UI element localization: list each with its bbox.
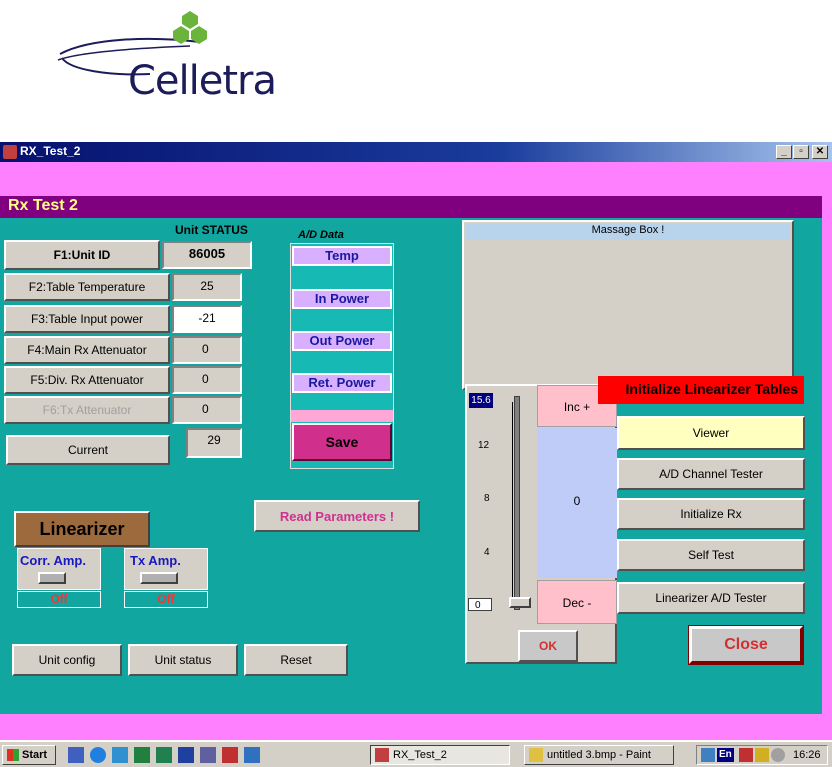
initialize-linearizer-tables-button[interactable]: Initialize Linearizer Tables — [598, 376, 804, 404]
table-input-power-button[interactable]: F3:Table Input power — [4, 305, 170, 333]
corr-amp-state: Off — [17, 591, 101, 608]
message-box — [462, 220, 794, 390]
slider-tick-4: 4 — [484, 547, 490, 558]
slider-tick-12: 12 — [478, 440, 490, 451]
app-icon — [375, 748, 389, 762]
quick-launch-icon[interactable] — [244, 747, 260, 763]
start-button[interactable]: Start — [2, 745, 56, 765]
viewer-button[interactable]: Viewer — [617, 416, 805, 450]
message-box-title: Massage Box ! — [466, 224, 790, 240]
tray-icon[interactable] — [771, 748, 785, 762]
quick-launch-icon[interactable] — [222, 747, 238, 763]
current-button[interactable]: Current — [6, 435, 170, 465]
initialize-linearizer-tables-label: Initialize Linearizer Tables — [625, 381, 798, 397]
clock: 16:26 — [793, 749, 821, 761]
linearizer-ad-tester-button[interactable]: Linearizer A/D Tester — [617, 582, 805, 614]
tx-attenuator-value: 0 — [172, 396, 242, 424]
taskbar: Start RX_Test_2 untitled 3.bmp - Paint E… — [0, 741, 832, 767]
self-test-button[interactable]: Self Test — [617, 539, 805, 571]
system-tray: En 16:26 — [696, 745, 828, 765]
slider-scale — [505, 402, 513, 602]
corr-amp-label: Corr. Amp. — [20, 553, 86, 568]
task-label: RX_Test_2 — [393, 749, 447, 761]
slider-max-value: 15.6 — [469, 393, 493, 408]
task-paint[interactable]: untitled 3.bmp - Paint — [524, 745, 674, 765]
table-input-power-value: -21 — [172, 305, 242, 333]
linearizer-label: Linearizer — [14, 511, 150, 547]
task-rx-test-2[interactable]: RX_Test_2 — [370, 745, 510, 765]
ok-button[interactable]: OK — [518, 630, 578, 662]
quick-launch-icon[interactable] — [68, 747, 84, 763]
logo-text: Celletra — [128, 58, 277, 104]
ad-out-power-label: Out Power — [292, 331, 392, 351]
table-temperature-value: 25 — [172, 273, 242, 301]
start-label: Start — [22, 749, 48, 761]
task-label: untitled 3.bmp - Paint — [547, 749, 651, 761]
quick-launch-icon[interactable] — [134, 747, 150, 763]
language-indicator[interactable]: En — [717, 748, 734, 762]
ad-channel-tester-button[interactable]: A/D Channel Tester — [617, 458, 805, 490]
windows-logo-icon — [7, 749, 19, 761]
corr-amp-toggle[interactable] — [38, 572, 66, 584]
ad-temp-label: Temp — [292, 246, 392, 266]
form-title: Rx Test 2 — [8, 197, 78, 214]
tray-icon[interactable] — [755, 748, 769, 762]
maximize-button[interactable]: ▫ — [793, 145, 809, 159]
window-titlebar[interactable]: RX_Test_2 _ ▫ ✕ — [0, 142, 832, 162]
ad-save-strip — [291, 410, 393, 422]
main-rx-attenuator-value: 0 — [172, 336, 242, 364]
slider-track[interactable] — [514, 396, 520, 610]
quick-launch-bar — [68, 747, 268, 763]
tx-amp-label: Tx Amp. — [130, 553, 181, 568]
unit-status-button[interactable]: Unit status — [128, 644, 238, 676]
ad-data-heading: A/D Data — [298, 229, 344, 241]
tx-amp-state: Off — [124, 591, 208, 608]
paint-icon — [529, 748, 543, 762]
tray-icon[interactable] — [701, 748, 715, 762]
form-header: Rx Test 2 — [0, 196, 822, 218]
main-rx-attenuator-button[interactable]: F4:Main Rx Attenuator — [4, 336, 170, 364]
minimize-button[interactable]: _ — [776, 145, 792, 159]
quick-launch-icon[interactable] — [178, 747, 194, 763]
table-temperature-button[interactable]: F2:Table Temperature — [4, 273, 170, 301]
tx-attenuator-button[interactable]: F6:Tx Attenuator — [4, 396, 170, 424]
quick-launch-icon[interactable] — [156, 747, 172, 763]
div-rx-attenuator-value: 0 — [172, 366, 242, 394]
slider-thumb[interactable] — [509, 597, 531, 608]
read-parameters-button[interactable]: Read Parameters ! — [254, 500, 420, 532]
initialize-rx-button[interactable]: Initialize Rx — [617, 498, 805, 530]
ad-ret-power-label: Ret. Power — [292, 373, 392, 393]
unit-id-value: 86005 — [162, 241, 252, 269]
tx-amp-toggle[interactable] — [140, 572, 178, 584]
quick-launch-icon[interactable] — [200, 747, 216, 763]
unit-status-heading: Unit STATUS — [175, 223, 248, 237]
window-title: RX_Test_2 — [20, 144, 81, 158]
value-display: 0 — [537, 428, 617, 578]
current-value: 29 — [186, 428, 242, 458]
close-window-button[interactable]: ✕ — [812, 145, 828, 159]
quick-launch-icon[interactable] — [112, 747, 128, 763]
slider-tick-8: 8 — [484, 493, 490, 504]
slider-min-value: 0 — [468, 598, 492, 611]
tray-icon[interactable] — [739, 748, 753, 762]
div-rx-attenuator-button[interactable]: F5:Div. Rx Attenuator — [4, 366, 170, 394]
unit-id-button[interactable]: F1:Unit ID — [4, 240, 160, 270]
app-icon — [3, 145, 17, 159]
ad-in-power-label: In Power — [292, 289, 392, 309]
quick-launch-icon[interactable] — [90, 747, 106, 763]
dec-button[interactable]: Dec - — [537, 580, 617, 624]
reset-button[interactable]: Reset — [244, 644, 348, 676]
unit-config-button[interactable]: Unit config — [12, 644, 122, 676]
save-button[interactable]: Save — [292, 423, 392, 461]
close-button[interactable]: Close — [688, 625, 804, 665]
